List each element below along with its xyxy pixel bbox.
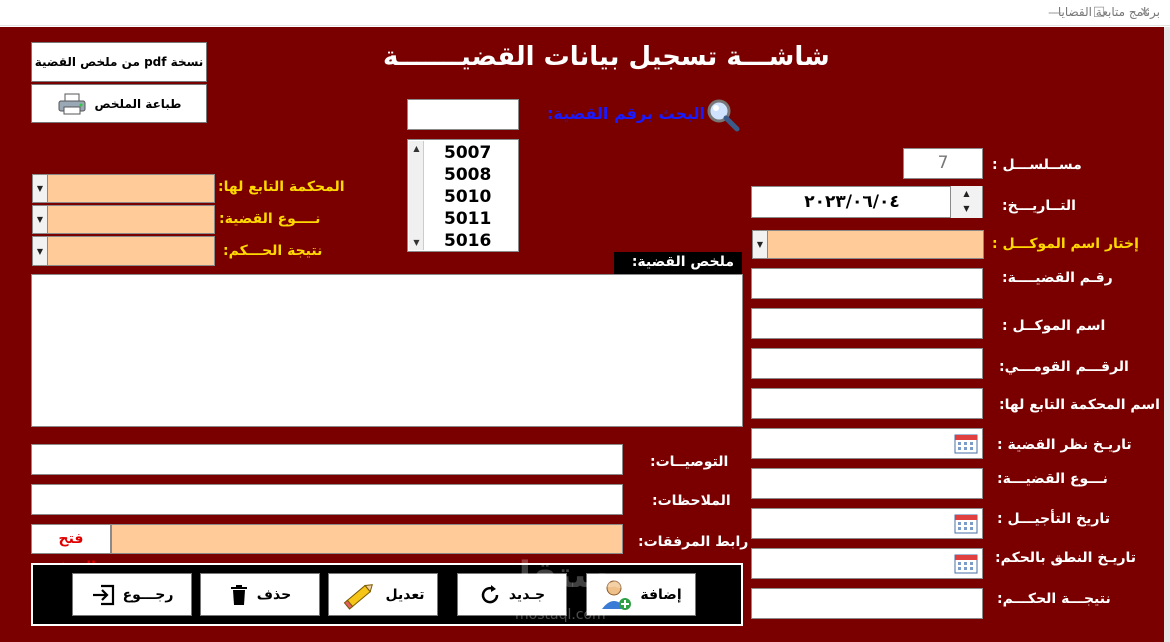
window-border xyxy=(1164,27,1170,642)
spin-up-icon[interactable]: ▲ xyxy=(951,186,982,201)
verdict-date-field[interactable] xyxy=(751,548,983,579)
verdict-filter-label: نتيجة الحـــكم: xyxy=(223,243,323,259)
watermark-url: mostaql.com xyxy=(515,607,606,623)
delete-button[interactable]: حذف xyxy=(200,573,320,616)
calendar-icon[interactable] xyxy=(954,552,978,574)
court-label: اسم المحكمة التابع لها: xyxy=(999,397,1160,413)
case-number-list[interactable]: ▲ ▼ 5007 5008 5010 5011 5016 xyxy=(407,139,519,252)
chevron-down-icon[interactable]: ▼ xyxy=(33,175,48,202)
list-item[interactable]: 5016 xyxy=(444,230,491,252)
postpone-date-field[interactable] xyxy=(751,508,983,539)
edit-label: تعديل xyxy=(385,586,425,603)
scroll-up-icon[interactable]: ▲ xyxy=(409,141,424,156)
title-bar: برنامج متابعة القضايا — ☐ ✕ xyxy=(0,0,1170,26)
attachments-field[interactable] xyxy=(111,524,623,554)
attachments-label: رابط المرفقات: xyxy=(638,534,749,550)
search-input[interactable] xyxy=(407,99,519,130)
pencil-icon xyxy=(343,583,373,610)
close-button[interactable]: ✕ xyxy=(1132,3,1158,23)
minimize-button[interactable]: — xyxy=(1042,3,1068,23)
calendar-icon[interactable] xyxy=(954,512,978,534)
list-scrollbar[interactable]: ▲ ▼ xyxy=(409,141,424,250)
case-type-filter-combo[interactable]: ▼ xyxy=(32,205,215,234)
search-icon[interactable] xyxy=(705,97,741,133)
verdict-field[interactable] xyxy=(751,588,983,619)
exit-icon xyxy=(92,584,114,605)
pdf-summary-button[interactable]: نسخة pdf من ملخص القضية xyxy=(31,42,207,82)
case-type-filter-label: نــــوع القضية: xyxy=(219,211,321,227)
print-summary-label: طباعة الملخص xyxy=(94,96,182,111)
back-label: رجـــوع xyxy=(122,586,174,603)
client-select-combo[interactable]: ▼ xyxy=(752,230,984,259)
case-number-field[interactable] xyxy=(751,268,983,299)
trash-icon xyxy=(230,584,247,605)
refresh-icon xyxy=(481,584,499,603)
list-item[interactable]: 5011 xyxy=(444,208,491,230)
print-summary-button[interactable]: طباعة الملخص xyxy=(31,84,207,123)
notes-field[interactable] xyxy=(31,484,623,515)
chevron-down-icon[interactable]: ▼ xyxy=(33,206,48,233)
serial-field[interactable]: 7 xyxy=(903,148,983,179)
delete-label: حذف xyxy=(256,586,292,603)
client-name-label: اسم الموكــل : xyxy=(1002,318,1106,334)
hearing-date-field[interactable] xyxy=(751,428,983,459)
court-filter-combo[interactable]: ▼ xyxy=(32,174,215,203)
court-field[interactable] xyxy=(751,388,983,419)
date-field[interactable]: ٢٠٢٣/٠٦/٠٤ xyxy=(751,186,983,218)
notes-label: الملاحظات: xyxy=(652,493,731,509)
case-type-field[interactable] xyxy=(751,468,983,499)
add-label: إضافة xyxy=(640,586,682,603)
search-label: البحث برقم القضية: xyxy=(547,104,706,123)
date-spinner[interactable]: ▲ ▼ xyxy=(950,186,982,218)
chevron-down-icon[interactable]: ▼ xyxy=(753,231,768,258)
verdict-filter-combo[interactable]: ▼ xyxy=(32,236,215,266)
list-item[interactable]: 5007 xyxy=(444,142,491,164)
printer-icon xyxy=(58,93,86,114)
national-id-label: الرقـــم القومـــي: xyxy=(999,359,1129,375)
list-item[interactable]: 5010 xyxy=(444,186,491,208)
date-label: التــاريـــخ: xyxy=(1002,198,1076,214)
recommendations-field[interactable] xyxy=(31,444,623,475)
verdict-label: نتيجـــة الحكـــم: xyxy=(997,591,1111,607)
case-number-label: رقـم القضيــــة: xyxy=(1002,270,1113,286)
calendar-icon[interactable] xyxy=(954,432,978,454)
summary-label: ملخص القضية: xyxy=(614,252,742,274)
edit-button[interactable]: تعديل xyxy=(328,573,438,616)
recommendations-label: التوصيــات: xyxy=(650,454,729,470)
list-item[interactable]: 5008 xyxy=(444,164,491,186)
pdf-summary-label: نسخة pdf من ملخص القضية xyxy=(34,55,204,69)
spin-down-icon[interactable]: ▼ xyxy=(951,201,982,216)
client-select-label: إختار اسم الموكـــل : xyxy=(992,236,1139,252)
maximize-button[interactable]: ☐ xyxy=(1086,3,1112,23)
serial-label: مســلســـل : xyxy=(992,157,1082,173)
back-button[interactable]: رجـــوع xyxy=(72,573,192,616)
chevron-down-icon[interactable]: ▼ xyxy=(33,237,48,265)
case-type-label: نـــوع القضيـــة: xyxy=(997,471,1108,487)
verdict-date-label: تاريـخ النطق بالحكم: xyxy=(995,550,1137,566)
summary-textarea[interactable] xyxy=(31,274,743,427)
national-id-field[interactable] xyxy=(751,348,983,379)
postpone-date-label: تاريخ التأجيـــل : xyxy=(997,511,1110,527)
page-title: شاشـــة تسجيل بيانات القضيـــــــة xyxy=(383,42,830,72)
hearing-date-label: تاريـخ نظر القضية : xyxy=(997,437,1132,453)
open-attachment-button[interactable]: فتح المرفق xyxy=(31,524,111,575)
client-name-field[interactable] xyxy=(751,308,983,339)
court-filter-label: المحكمة التابع لها: xyxy=(218,179,345,195)
scroll-down-icon[interactable]: ▼ xyxy=(409,235,424,250)
watermark-logo: مستقل xyxy=(500,555,632,596)
